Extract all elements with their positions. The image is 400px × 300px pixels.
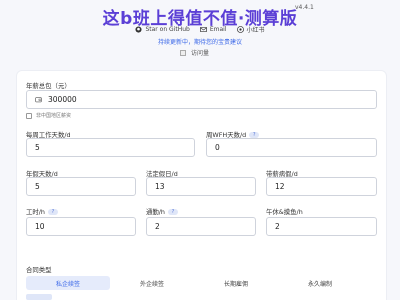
email-link[interactable]: Email	[199, 25, 227, 34]
subtitle: 持续更新中，期待您的宝贵建议	[157, 39, 242, 46]
non-china-checkbox[interactable]: 非中国地区薪资	[26, 112, 71, 119]
rest-hours-value: 2	[275, 222, 280, 231]
annual-leave-input[interactable]: 5	[26, 177, 136, 196]
github-link-label: Star on GitHub	[145, 26, 190, 33]
email-icon	[199, 26, 207, 33]
commute-hours-label: 通勤/h ?	[146, 207, 178, 216]
xiaohongshu-link[interactable]: 小红书	[236, 25, 265, 34]
help-icon[interactable]: ?	[249, 131, 260, 138]
checkbox-box[interactable]	[26, 112, 32, 119]
annual-leave-value: 5	[35, 182, 40, 191]
tab-private-renewal[interactable]: 私企续签	[26, 276, 110, 290]
email-link-label: Email	[209, 26, 227, 33]
next-section-tab[interactable]	[26, 294, 52, 300]
version-badge: v4.4.1	[295, 4, 314, 11]
salary-input[interactable]: 300000	[26, 90, 377, 109]
github-icon	[135, 26, 143, 33]
xiaohongshu-link-label: 小红书	[246, 27, 265, 34]
help-icon[interactable]: ?	[168, 208, 178, 215]
rest-hours-input[interactable]: 2	[266, 217, 377, 236]
salary-label: 年薪总包（元）	[26, 82, 71, 90]
work-hours-label: 工时/h ?	[26, 207, 58, 216]
wallet-icon	[35, 97, 42, 103]
public-holidays-input[interactable]: 13	[146, 177, 256, 196]
paid-sick-leave-value: 12	[275, 182, 285, 191]
tab-permanent[interactable]: 永久编制	[278, 276, 362, 290]
header: 这b班上得值不值·测算版 v4.4.1 Star on GitHub Email…	[0, 0, 400, 62]
visit-counter: 访问量	[180, 48, 209, 57]
work-hours-value: 10	[35, 222, 45, 231]
work-days-value: 5	[35, 143, 40, 152]
public-holidays-value: 13	[155, 182, 165, 191]
tab-long-term[interactable]: 长期雇佣	[194, 276, 278, 290]
salary-value: 300000	[48, 95, 77, 104]
work-hours-input[interactable]: 10	[26, 217, 136, 236]
header-links: Star on GitHub Email 小红书	[0, 25, 400, 34]
work-days-input[interactable]: 5	[26, 138, 195, 157]
commute-hours-input[interactable]: 2	[146, 217, 256, 236]
commute-hours-value: 2	[155, 222, 160, 231]
wfh-days-input[interactable]: 0	[206, 138, 377, 157]
help-icon[interactable]: ?	[48, 208, 58, 215]
xiaohongshu-icon	[236, 26, 244, 33]
contract-type-label: 合同类型	[26, 266, 52, 274]
visit-counter-label: 访问量	[191, 50, 210, 57]
broken-image-icon	[180, 49, 186, 56]
non-china-checkbox-label: 非中国地区薪资	[36, 113, 72, 119]
github-link[interactable]: Star on GitHub	[135, 25, 190, 34]
paid-sick-leave-input[interactable]: 12	[266, 177, 377, 196]
wfh-days-value: 0	[215, 143, 220, 152]
contract-type-tabs: 私企续签 外企续签 长期雇佣 永久编制	[26, 276, 362, 290]
tab-foreign-renewal[interactable]: 外企续签	[110, 276, 194, 290]
rest-hours-label: 午休&摸鱼/h	[266, 208, 303, 216]
